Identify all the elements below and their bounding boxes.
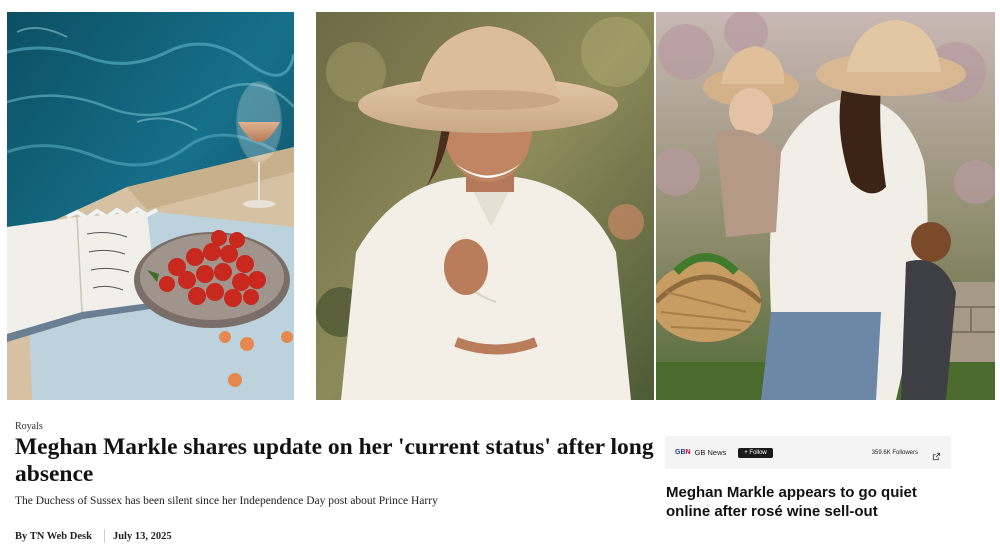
portrait-illustration xyxy=(316,12,654,400)
byline-divider xyxy=(103,529,105,543)
article-category[interactable]: Royals xyxy=(15,421,43,432)
article-photo-portrait xyxy=(316,12,654,400)
logo-suffix: N xyxy=(685,449,691,456)
article-photo-family xyxy=(656,12,995,400)
gb-news-logo[interactable]: GB N xyxy=(675,449,691,456)
followers-count: 359.6K Followers xyxy=(871,449,918,456)
related-source-bar: GB N GB News + Follow 359.6K Followers xyxy=(665,436,951,469)
family-illustration xyxy=(656,12,995,400)
follow-button[interactable]: + Follow xyxy=(738,447,773,458)
article-subheadline: The Duchess of Sussex has been silent si… xyxy=(15,495,438,507)
external-link-icon[interactable] xyxy=(932,448,941,461)
article-photo-picnic xyxy=(7,12,294,400)
picnic-illustration xyxy=(7,12,294,400)
source-name[interactable]: GB News xyxy=(695,448,727,457)
byline: By TN Web Desk July 13, 2025 xyxy=(15,529,172,543)
publish-date: July 13, 2025 xyxy=(112,530,172,542)
related-headline[interactable]: Meghan Markle appears to go quiet online… xyxy=(666,483,956,521)
article-headline[interactable]: Meghan Markle shares update on her 'curr… xyxy=(15,434,655,488)
author-name[interactable]: By TN Web Desk xyxy=(15,531,92,542)
logo-prefix: GB xyxy=(675,449,686,456)
